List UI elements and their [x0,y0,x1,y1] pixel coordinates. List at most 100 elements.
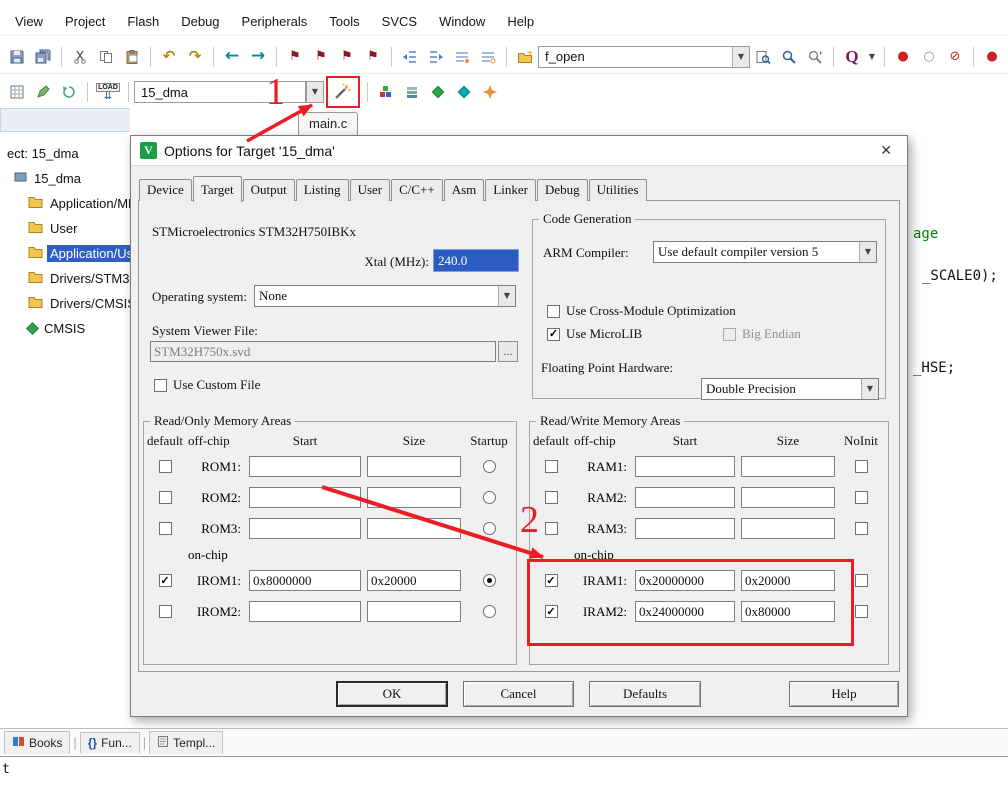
tree-item-drivers-cmsis[interactable]: Drivers/CMSIS [28,292,130,314]
ram1-default-checkbox[interactable] [545,460,558,473]
indent-icon[interactable] [424,46,448,68]
q-search-icon[interactable]: Q [840,46,864,68]
tree-item-drivers-stm32[interactable]: Drivers/STM32H [28,267,130,289]
find-icon[interactable] [777,46,801,68]
tree-item-user[interactable]: User [28,217,80,239]
xtal-input[interactable]: 240.0 [434,250,518,271]
iram2-start-input[interactable]: 0x24000000 [635,601,735,622]
tree-item-cmsis[interactable]: CMSIS [28,317,88,339]
ram3-noinit-checkbox[interactable] [855,522,868,535]
bookmark-next-icon[interactable]: ⚑ [335,46,359,68]
bookmark-toggle-icon[interactable]: ⚑ [283,46,307,68]
ram1-size-input[interactable] [741,456,835,477]
tab-utilities[interactable]: Utilities [589,179,647,201]
iram1-size-input[interactable]: 0x20000 [741,570,835,591]
tab-linker[interactable]: Linker [485,179,536,201]
nav-back-icon[interactable]: ← [220,46,244,68]
tab-device[interactable]: Device [139,179,192,201]
irom2-startup-radio[interactable] [483,605,496,618]
uncomment-icon[interactable] [476,46,500,68]
rom1-default-checkbox[interactable] [159,460,172,473]
translate-icon[interactable] [5,81,29,103]
rom3-startup-radio[interactable] [483,522,496,535]
pack-installer-icon[interactable] [452,81,476,103]
system-viewer-file-input[interactable]: STM32H750x.svd [150,341,496,362]
rom1-start-input[interactable] [249,456,361,477]
rom3-start-input[interactable] [249,518,361,539]
dialog-close-icon[interactable]: ✕ [874,140,898,161]
tab-listing[interactable]: Listing [296,179,349,201]
menu-flash[interactable]: Flash [116,9,170,34]
irom1-default-checkbox[interactable] [159,574,172,587]
fp-hardware-select[interactable]: Double Precision ▼ [701,378,879,400]
ram2-size-input[interactable] [741,487,835,508]
iram1-noinit-checkbox[interactable] [855,574,868,587]
cut-icon[interactable] [68,46,92,68]
menu-window[interactable]: Window [428,9,496,34]
use-custom-file-checkbox[interactable] [154,379,167,392]
rom2-size-input[interactable] [367,487,461,508]
ram2-start-input[interactable] [635,487,735,508]
help-button[interactable]: Help [789,681,899,707]
rom2-startup-radio[interactable] [483,491,496,504]
menu-view[interactable]: View [4,9,54,34]
options-for-target-icon[interactable] [331,81,355,103]
bookmark-prev-icon[interactable]: ⚑ [309,46,333,68]
tree-item-project-root[interactable]: ect: 15_dma [4,142,82,164]
save-all-icon[interactable] [31,46,55,68]
iram2-size-input[interactable]: 0x80000 [741,601,835,622]
iram2-noinit-checkbox[interactable] [855,605,868,618]
ram1-noinit-checkbox[interactable] [855,460,868,473]
tab-asm[interactable]: Asm [444,179,485,201]
menu-peripherals[interactable]: Peripherals [231,9,319,34]
chevron-down-icon[interactable]: ▼ [866,46,878,68]
incremental-find-icon[interactable] [803,46,827,68]
irom1-startup-radio[interactable] [483,574,496,587]
breakpoint-kill-icon[interactable]: ⊘ [943,46,967,68]
breakpoint-disable-icon[interactable]: ○ [917,46,941,68]
irom2-default-checkbox[interactable] [159,605,172,618]
arm-compiler-select[interactable]: Use default compiler version 5 ▼ [653,241,877,263]
tab-target[interactable]: Target [193,176,242,202]
target-select-combo[interactable]: 15_dma [134,81,306,103]
chevron-down-icon[interactable]: ▼ [732,47,749,67]
run-time-environment-icon[interactable] [478,81,502,103]
tab-main-c[interactable]: main.c [298,112,358,136]
rebuild-icon[interactable] [57,81,81,103]
target-select-dropdown[interactable]: ▼ [306,81,324,103]
breakpoint-enable-all-icon[interactable]: ● [980,46,1004,68]
rom2-start-input[interactable] [249,487,361,508]
irom2-size-input[interactable] [367,601,461,622]
iram1-default-checkbox[interactable] [545,574,558,587]
tab-c-cpp[interactable]: C/C++ [391,179,443,201]
rom1-startup-radio[interactable] [483,460,496,473]
irom2-start-input[interactable] [249,601,361,622]
menu-svcs[interactable]: SVCS [371,9,428,34]
microlib-checkbox[interactable] [547,328,560,341]
iram2-default-checkbox[interactable] [545,605,558,618]
irom1-start-input[interactable]: 0x8000000 [249,570,361,591]
manage-components-icon[interactable] [400,81,424,103]
ok-button[interactable]: OK [336,681,448,707]
menu-debug[interactable]: Debug [170,9,230,34]
menu-help[interactable]: Help [496,9,545,34]
tree-item-target[interactable]: 15_dma [14,167,84,189]
menu-project[interactable]: Project [54,9,116,34]
tab-debug[interactable]: Debug [537,179,588,201]
ram1-start-input[interactable] [635,456,735,477]
cross-module-checkbox[interactable] [547,305,560,318]
manage-project-items-icon[interactable] [374,81,398,103]
ram2-noinit-checkbox[interactable] [855,491,868,504]
menu-tools[interactable]: Tools [318,9,370,34]
redo-icon[interactable]: ↷ [183,46,207,68]
undo-icon[interactable]: ↶ [157,46,181,68]
bookmark-clear-icon[interactable]: ⚑ [361,46,385,68]
build-icon[interactable] [31,81,55,103]
big-endian-checkbox[interactable] [723,328,736,341]
copy-icon[interactable] [94,46,118,68]
open-folder-icon[interactable] [513,46,537,68]
tab-output[interactable]: Output [243,179,295,201]
find-in-files-icon[interactable] [751,46,775,68]
breakpoint-icon[interactable]: ● [891,46,915,68]
ram3-size-input[interactable] [741,518,835,539]
